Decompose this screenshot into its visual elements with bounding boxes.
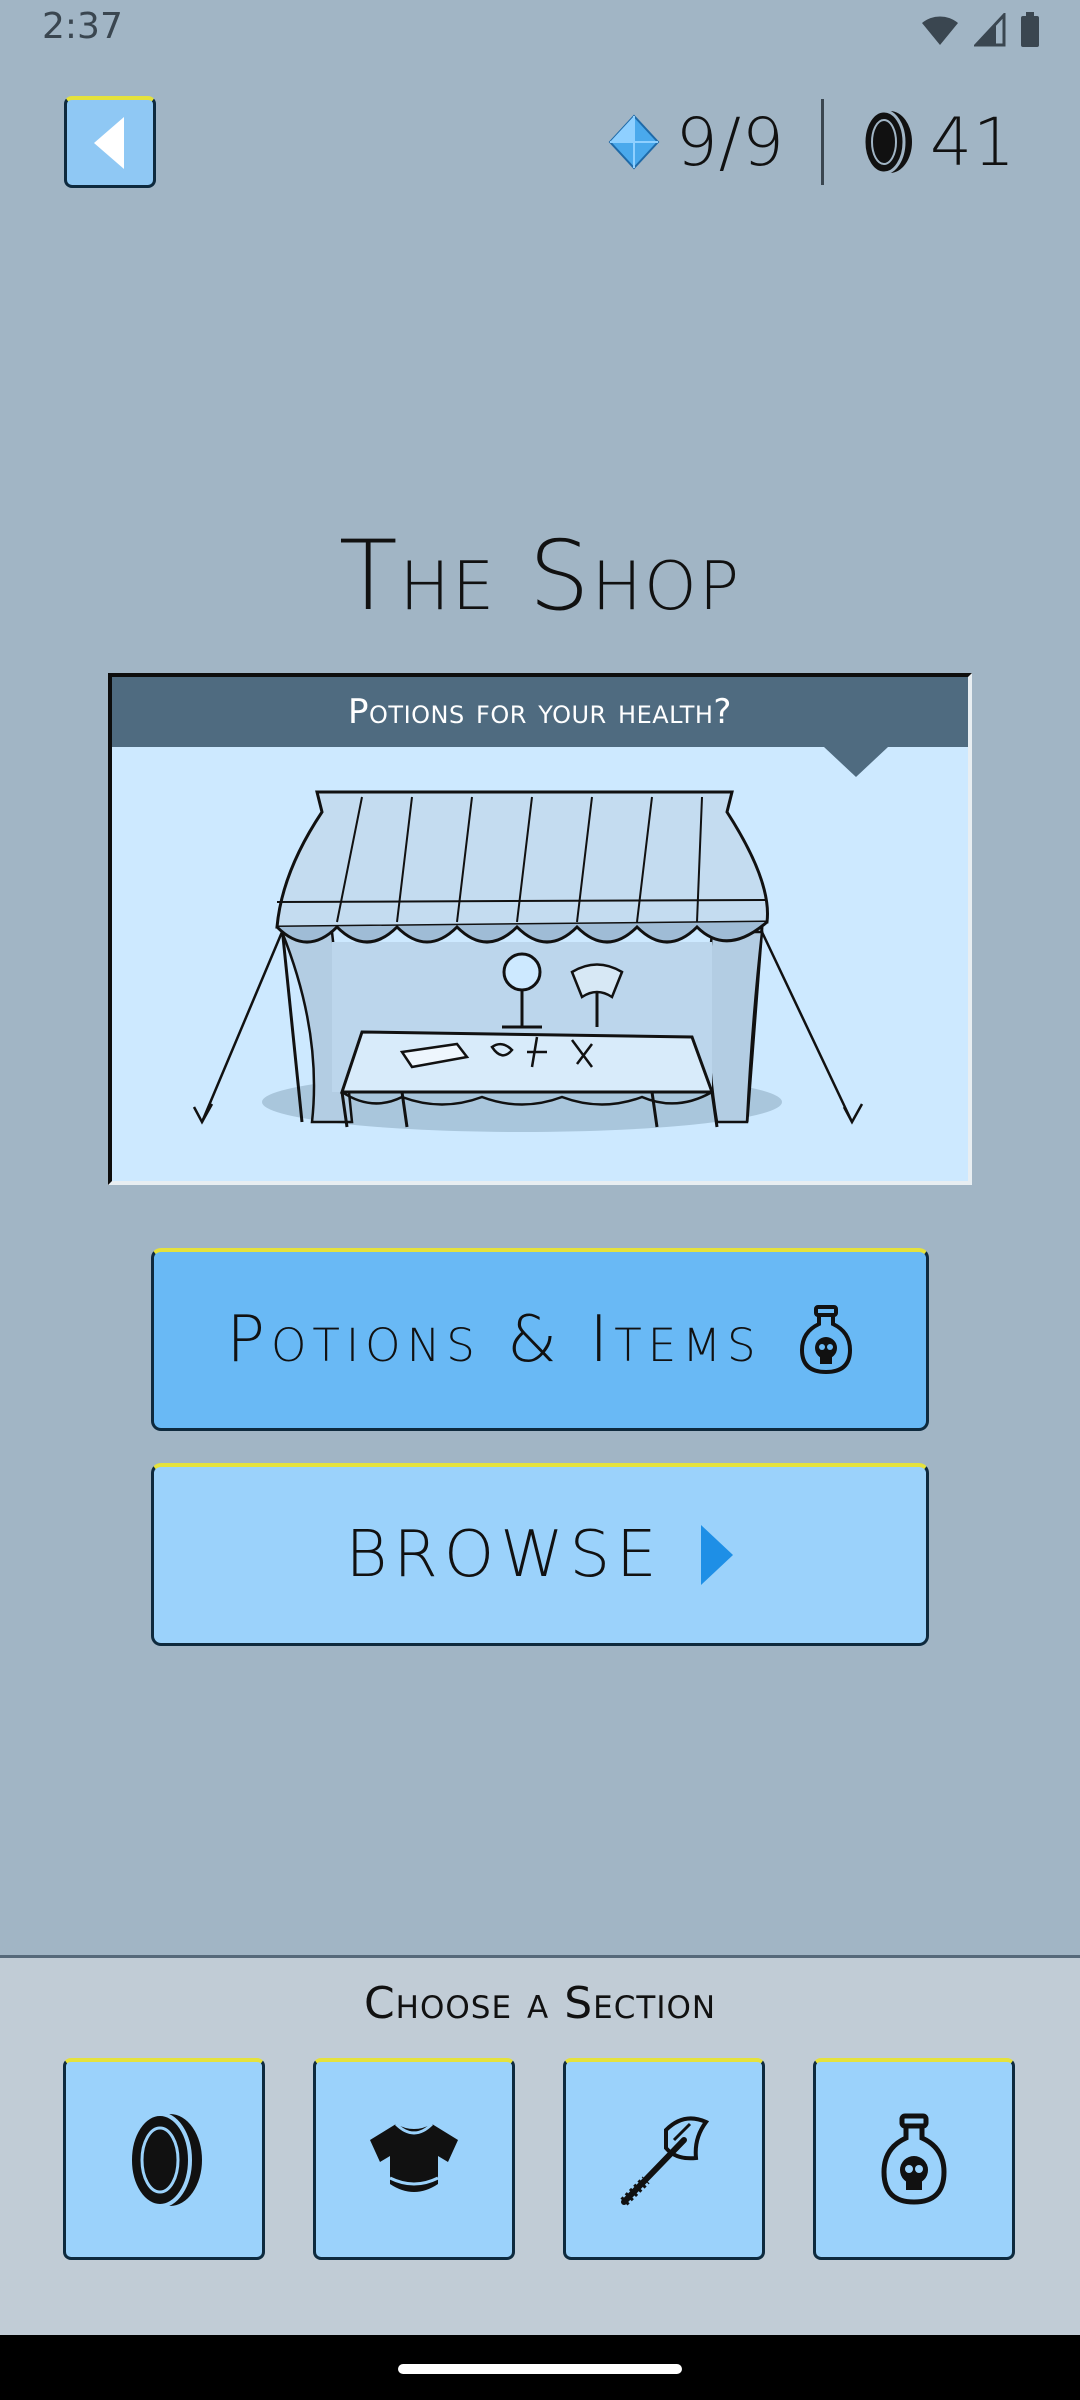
status-time: 2:37 <box>42 6 123 47</box>
tab-potions[interactable] <box>813 2058 1015 2260</box>
currency-display: 9/9 41 <box>608 99 1016 185</box>
battery-icon <box>1021 12 1039 47</box>
wifi-icon <box>922 16 958 45</box>
shop-stall-illustration <box>192 790 864 1132</box>
status-icons <box>920 12 1040 48</box>
gem-count: 9/9 <box>675 103 786 181</box>
home-gesture-handle[interactable] <box>398 2364 682 2374</box>
gem-icon <box>608 114 660 170</box>
tab-coins[interactable] <box>63 2058 265 2260</box>
page-title: The Shop <box>338 520 742 632</box>
coin-icon <box>128 2111 202 2208</box>
armor-icon <box>370 2122 458 2192</box>
tab-weapons[interactable] <box>563 2058 765 2260</box>
status-bar: 2:37 <box>0 0 1080 60</box>
shop-banner: Potions for your health? <box>112 677 968 747</box>
system-nav-bar <box>0 2335 1080 2400</box>
potions-items-label: Potions & Items <box>226 1303 762 1377</box>
potions-items-button[interactable]: Potions & Items <box>151 1248 929 1431</box>
play-arrow-icon <box>700 1525 733 1585</box>
browse-button[interactable]: BROWSE <box>151 1463 929 1646</box>
tab-armor[interactable] <box>313 2058 515 2260</box>
potion-icon <box>799 1305 852 1375</box>
coin-count: 41 <box>930 103 1016 181</box>
banner-tail <box>824 747 888 777</box>
shop-card: Potions for your health? <box>108 673 972 1185</box>
section-title: Choose a Section <box>363 1978 717 2029</box>
back-arrow-icon <box>94 116 124 169</box>
currency-divider <box>821 99 825 185</box>
browse-label: BROWSE <box>345 1518 663 1592</box>
back-button[interactable] <box>64 96 156 188</box>
signal-icon <box>974 13 1006 47</box>
axe-icon <box>620 2115 710 2206</box>
potion-icon <box>881 2113 947 2205</box>
section-panel: Choose a Section <box>0 1955 1080 2335</box>
coin-icon <box>862 109 913 175</box>
